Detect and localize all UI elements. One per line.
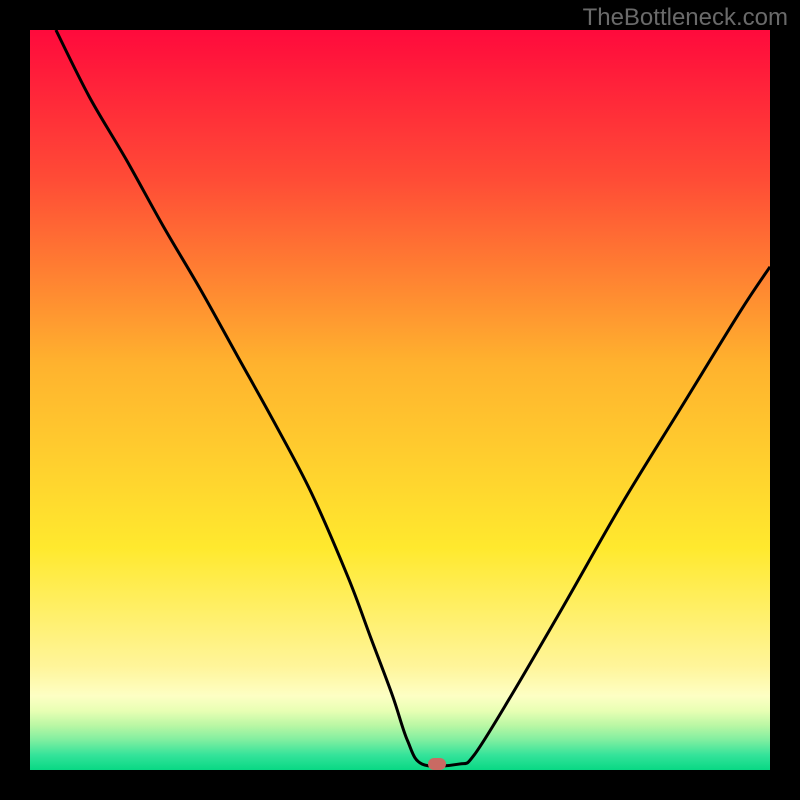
optimal-marker	[428, 758, 446, 770]
plot-area	[30, 30, 770, 770]
watermark-text: TheBottleneck.com	[583, 4, 788, 32]
bottleneck-curve	[30, 30, 770, 770]
curve-path	[56, 30, 770, 766]
